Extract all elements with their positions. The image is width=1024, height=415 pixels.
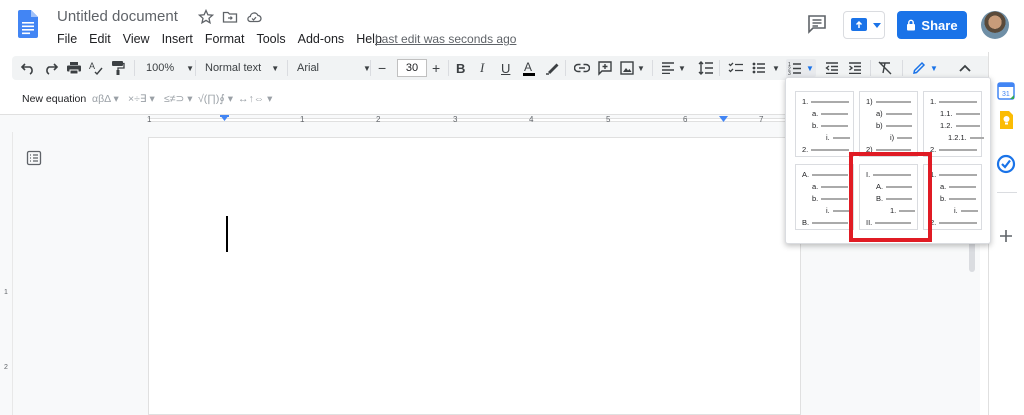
style-value: Normal text xyxy=(205,62,262,74)
keep-icon[interactable] xyxy=(996,110,1016,130)
text-cursor xyxy=(226,216,228,252)
docs-app: Untitled document File Edit View Insert … xyxy=(0,0,1024,415)
editing-mode-icon[interactable]: ▼ xyxy=(912,59,938,77)
calendar-icon[interactable]: 31 xyxy=(996,81,1016,101)
decrease-indent-icon[interactable] xyxy=(825,59,839,77)
chevron-down-icon xyxy=(873,23,881,28)
decrease-font-size-button[interactable]: − xyxy=(378,59,386,77)
equation-toolbar: New equation αβΔ ▾ ×÷∃ ▾ ≤≠⊃ ▾ √(∏)∮ ▾ ↔… xyxy=(0,86,790,112)
zoom-select[interactable]: 100% ▼ xyxy=(146,59,194,77)
chevron-down-icon: ▼ xyxy=(186,63,195,73)
list-preset-nested-decimal[interactable]: 1. 1.1. 1.2. 1.2.1. 2. xyxy=(923,91,984,157)
side-panel: 31 xyxy=(988,52,1024,415)
comment-history-icon[interactable] xyxy=(806,13,828,35)
star-icon[interactable] xyxy=(198,9,214,25)
add-comment-icon[interactable] xyxy=(597,59,613,77)
font-value: Arial xyxy=(297,62,320,74)
svg-text:3: 3 xyxy=(788,71,791,75)
document-page[interactable] xyxy=(148,137,801,415)
chevron-down-icon: ▼ xyxy=(772,63,780,73)
align-left-icon[interactable]: ▼ xyxy=(661,59,686,77)
cloud-saved-icon[interactable] xyxy=(246,9,262,25)
vertical-ruler[interactable]: 1 2 xyxy=(3,132,13,415)
svg-text:A: A xyxy=(524,60,532,74)
menu-insert[interactable]: Insert xyxy=(156,30,199,48)
undo-icon[interactable] xyxy=(20,59,36,77)
lock-icon xyxy=(907,19,916,31)
font-select[interactable]: Arial ▼ xyxy=(297,59,371,77)
chevron-down-icon: ▼ xyxy=(637,63,645,73)
menu-file[interactable]: File xyxy=(51,30,83,48)
print-icon[interactable] xyxy=(66,59,82,77)
list-preset-paren[interactable]: 1) a) b) i) 2) xyxy=(859,91,918,157)
present-button[interactable] xyxy=(843,11,885,39)
bold-button[interactable]: B xyxy=(456,59,465,77)
text-color-button[interactable]: A xyxy=(522,59,536,77)
present-to-meeting-icon xyxy=(851,18,867,31)
right-indent-marker-icon[interactable] xyxy=(719,116,728,123)
underline-button[interactable]: U xyxy=(501,59,510,77)
numbered-list-icon[interactable]: 123 ▼ xyxy=(786,59,816,77)
document-outline-icon[interactable] xyxy=(26,150,42,166)
new-equation-button[interactable]: New equation xyxy=(22,93,86,105)
svg-text:31: 31 xyxy=(1002,91,1010,98)
horizontal-ruler[interactable]: 1 1 2 3 4 5 6 7 xyxy=(10,114,788,126)
italic-button[interactable]: I xyxy=(480,59,484,77)
highlight-box xyxy=(849,152,932,242)
list-preset-upper-alpha[interactable]: A. a. b. i. B. xyxy=(795,164,854,230)
svg-text:A: A xyxy=(89,61,95,71)
title-bar: Untitled document File Edit View Insert … xyxy=(0,0,1024,52)
line-spacing-icon[interactable] xyxy=(698,59,714,77)
misc-operations-menu[interactable]: ×÷∃ ▾ xyxy=(128,93,155,105)
spellcheck-icon[interactable]: A xyxy=(88,59,104,77)
share-button[interactable]: Share xyxy=(897,11,967,39)
redo-icon[interactable] xyxy=(43,59,59,77)
tasks-icon[interactable] xyxy=(996,154,1016,174)
highlight-color-icon[interactable] xyxy=(545,59,559,77)
style-select[interactable]: Normal text ▼ xyxy=(205,59,279,77)
list-preset-decimal-alpha-roman[interactable]: 1. a. b. i. 2. xyxy=(795,91,854,157)
indent-marker-icon[interactable] xyxy=(220,115,229,123)
chevron-down-icon: ▼ xyxy=(806,63,814,73)
insert-link-icon[interactable] xyxy=(574,59,590,77)
font-size-input[interactable]: 30 xyxy=(397,59,427,77)
collapse-toolbar-icon[interactable] xyxy=(959,59,971,77)
increase-indent-icon[interactable] xyxy=(848,59,862,77)
checklist-icon[interactable] xyxy=(728,59,744,77)
document-title[interactable]: Untitled document xyxy=(57,8,178,25)
bulleted-list-icon[interactable]: ▼ xyxy=(752,59,780,77)
menu-addons[interactable]: Add-ons xyxy=(292,30,351,48)
share-label: Share xyxy=(921,17,958,33)
menu-edit[interactable]: Edit xyxy=(83,30,117,48)
greek-letters-menu[interactable]: αβΔ ▾ xyxy=(92,93,119,105)
math-operators-menu[interactable]: √(∏)∮ ▾ xyxy=(198,93,233,105)
increase-font-size-button[interactable]: + xyxy=(432,59,440,77)
zoom-value: 100% xyxy=(146,62,175,74)
paint-format-icon[interactable] xyxy=(111,59,125,77)
menu-bar: File Edit View Insert Format Tools Add-o… xyxy=(51,30,388,48)
menu-tools[interactable]: Tools xyxy=(250,30,291,48)
last-edit-link[interactable]: Last edit was seconds ago xyxy=(375,32,516,46)
clear-formatting-icon[interactable] xyxy=(878,59,892,77)
add-addon-icon[interactable] xyxy=(996,226,1016,246)
insert-image-icon[interactable]: ▼ xyxy=(620,59,645,77)
menu-format[interactable]: Format xyxy=(199,30,251,48)
chevron-down-icon: ▼ xyxy=(271,63,280,73)
move-folder-icon[interactable] xyxy=(222,9,238,25)
arrows-menu[interactable]: ↔↑⇔ ▾ xyxy=(238,93,272,105)
chevron-down-icon: ▼ xyxy=(930,63,938,73)
avatar[interactable] xyxy=(981,11,1009,39)
menu-view[interactable]: View xyxy=(117,30,156,48)
relations-menu[interactable]: ≤≠⊃ ▾ xyxy=(164,93,193,105)
chevron-down-icon: ▼ xyxy=(678,63,686,73)
docs-logo-icon[interactable] xyxy=(18,9,38,39)
